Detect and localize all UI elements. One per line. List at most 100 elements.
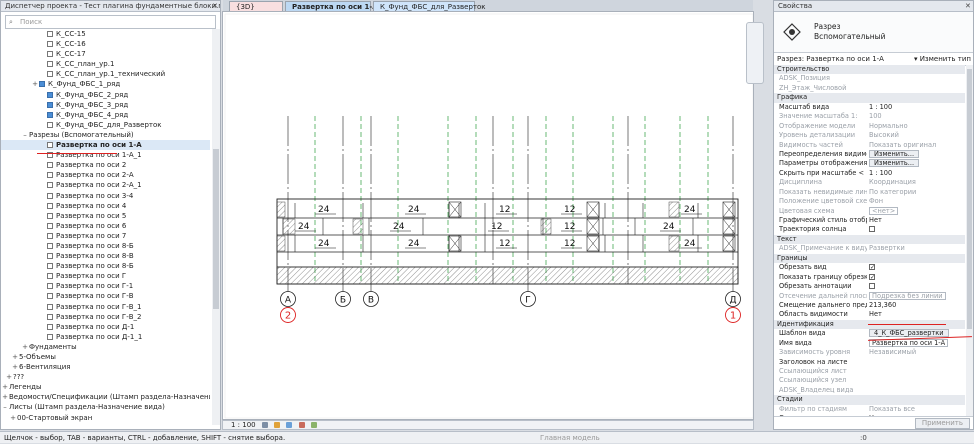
properties-scrollbar[interactable] <box>966 65 973 417</box>
checkbox[interactable] <box>869 226 875 233</box>
detail-level-icon[interactable] <box>261 422 268 428</box>
expand-toggle-icon[interactable]: + <box>11 362 19 372</box>
browser-tree-item[interactable]: Развертка по оси 8-В <box>1 251 210 261</box>
expand-toggle-icon[interactable]: + <box>11 352 19 362</box>
property-group[interactable]: Стадии <box>774 395 965 405</box>
apply-button[interactable]: Применить <box>914 418 970 429</box>
property-value[interactable]: Подрезка без линии <box>869 291 963 301</box>
value-button[interactable]: 4_К_ФБС_развертки <box>869 329 949 338</box>
browser-tree-item[interactable]: Развертка по оси 7 <box>1 231 210 241</box>
navigation-bar[interactable] <box>746 22 764 84</box>
value-button[interactable]: Изменить... <box>869 159 920 168</box>
browser-tree-item[interactable]: Развертка по оси Г-В <box>1 291 210 301</box>
property-group[interactable]: Границы <box>774 253 965 264</box>
browser-tree-item[interactable]: К_СС-15 <box>1 29 210 39</box>
checkbox[interactable] <box>869 283 875 290</box>
search-input[interactable]: ⌕ Поиск <box>5 15 216 29</box>
browser-tree-item[interactable]: +??? <box>1 372 210 382</box>
property-group[interactable]: Строительство <box>774 65 965 75</box>
browser-tree-item[interactable]: К_СС-16 <box>1 39 210 49</box>
browser-tree-item[interactable]: Развертка по оси 1-А <box>1 140 210 151</box>
browser-tree-item[interactable]: Развертка по оси 6 <box>1 221 210 231</box>
property-value[interactable]: ✓ <box>869 263 963 272</box>
property-value[interactable]: 100 <box>869 112 963 121</box>
browser-tree-item[interactable]: Развертка по оси Г-В_1 <box>1 302 210 312</box>
property-value[interactable]: Показать все <box>869 405 963 414</box>
browser-tree-item[interactable]: +Легенды <box>1 382 210 392</box>
property-group[interactable]: Графика <box>774 93 965 103</box>
property-group[interactable]: Текст <box>774 234 965 245</box>
browser-tree-item[interactable]: +Ведомости/Спецификации (Штамп раздела-Н… <box>1 392 210 402</box>
expand-toggle-icon[interactable]: – <box>21 130 29 140</box>
tab-family-view[interactable]: К_Фунд_ФБС_для_Разверток <box>373 1 486 11</box>
drawing-canvas[interactable]: 24 24 12 12 24 24 24 12 12 24 24 24 12 12 24 А Б В Г Д 2 1 <box>222 11 754 420</box>
browser-tree-item[interactable]: Развертка по оси 2-А <box>1 170 210 180</box>
edit-type-button[interactable]: ▾ Изменить тип <box>914 54 971 64</box>
type-selector[interactable]: Разрез Вспомогательный <box>774 12 973 53</box>
sun-icon[interactable] <box>274 422 281 428</box>
browser-tree-item[interactable]: +00-Стартовый экран <box>1 413 210 423</box>
browser-tree-item[interactable]: К_Фунд_ФБС_для_Разверток <box>1 120 210 130</box>
property-value[interactable]: 1 : 100 <box>869 169 963 178</box>
expand-toggle-icon[interactable]: + <box>9 413 17 423</box>
browser-tree-item[interactable]: – Разрезы (Вспомогательный) <box>1 130 210 140</box>
property-value[interactable] <box>869 282 963 291</box>
hide-icon[interactable] <box>310 422 317 428</box>
browser-tree-item[interactable]: – Листы (Штамп раздела-Назначение вида) <box>1 402 210 412</box>
browser-tree-item[interactable]: К_СС_план_ур.1_технический <box>1 69 210 79</box>
tab-active-view[interactable]: Развертка по оси 1-А ✕ <box>285 1 386 11</box>
browser-tree-item[interactable]: +Фундаменты <box>1 342 210 352</box>
scale-readout[interactable]: 1 : 100 <box>231 421 256 429</box>
property-value[interactable]: Координация <box>869 178 963 187</box>
tab-3d[interactable]: {3D} <box>229 1 283 11</box>
property-value[interactable]: Нормально <box>869 122 963 131</box>
scroll-thumb[interactable] <box>967 69 972 329</box>
expand-toggle-icon[interactable]: + <box>21 342 29 352</box>
browser-tree-item[interactable]: К_СС-17 <box>1 49 210 59</box>
checkbox-checked[interactable]: ✓ <box>869 264 875 271</box>
property-value[interactable]: Фон <box>869 197 963 206</box>
property-value[interactable]: Высокий <box>869 131 963 140</box>
property-value[interactable]: Развертки <box>869 244 963 253</box>
value-button[interactable]: Изменить... <box>869 149 920 158</box>
close-icon[interactable]: ✕ <box>212 1 218 11</box>
property-value[interactable]: Изменить... <box>869 149 963 159</box>
browser-tree-item[interactable]: Развертка по оси Д-1_1 <box>1 332 210 342</box>
browser-tree-item[interactable]: Развертка по оси 2 <box>1 160 210 170</box>
shadows-icon[interactable] <box>286 422 293 428</box>
browser-tree-item[interactable]: Развертка по оси Г-В_2 <box>1 312 210 322</box>
property-value[interactable]: Нет <box>869 310 963 319</box>
browser-tree-item[interactable]: Развертка по оси 1-А_1 <box>1 150 210 160</box>
browser-tree-item[interactable]: Развертка по оси 8-Б <box>1 241 210 251</box>
property-value[interactable]: <нет> <box>869 206 963 216</box>
expand-toggle-icon[interactable]: + <box>5 372 13 382</box>
property-value[interactable]: 213,360 <box>869 301 963 310</box>
browser-tree-item[interactable]: Развертка по оси 8-Б <box>1 261 210 271</box>
active-model[interactable]: Главная модель <box>540 432 600 444</box>
crop-icon[interactable] <box>298 422 305 428</box>
property-value[interactable]: По категории <box>869 188 963 197</box>
browser-tree-item[interactable]: К_СС_план_ур.1 <box>1 59 210 69</box>
browser-tree-item[interactable]: К_Фунд_ФБС_3_ряд <box>1 100 210 110</box>
property-value[interactable]: Показать оригинал <box>869 141 963 150</box>
browser-tree-item[interactable]: Развертка по оси Г <box>1 271 210 281</box>
browser-tree-item[interactable]: Развертка по оси 4 <box>1 201 210 211</box>
property-value[interactable]: Независимый <box>869 348 963 357</box>
expand-toggle-icon[interactable]: – <box>1 402 9 412</box>
expand-toggle-icon[interactable]: + <box>1 382 9 392</box>
property-value[interactable] <box>869 225 963 234</box>
browser-tree-item[interactable]: + К_Фунд_ФБС_1_ряд <box>1 79 210 89</box>
property-value[interactable]: Нет <box>869 216 963 225</box>
checkbox-checked[interactable]: ✓ <box>869 273 875 280</box>
browser-tree-item[interactable]: К_Фунд_ФБС_2_ряд <box>1 90 210 100</box>
browser-tree-item[interactable]: К_Фунд_ФБС_4_ряд <box>1 110 210 120</box>
expand-toggle-icon[interactable]: + <box>1 392 9 402</box>
scroll-thumb[interactable] <box>213 149 219 309</box>
browser-tree-item[interactable]: Развертка по оси Д-1 <box>1 322 210 332</box>
browser-tree-item[interactable]: +6-Вентиляция <box>1 362 210 372</box>
browser-tree-item[interactable]: +5-Объемы <box>1 352 210 362</box>
expand-toggle-icon[interactable]: + <box>31 79 39 89</box>
browser-tree-item[interactable]: Развертка по оси 3-4 <box>1 191 210 201</box>
browser-tree-item[interactable]: Развертка по оси 5 <box>1 211 210 221</box>
browser-tree-item[interactable]: Развертка по оси Г-1 <box>1 281 210 291</box>
